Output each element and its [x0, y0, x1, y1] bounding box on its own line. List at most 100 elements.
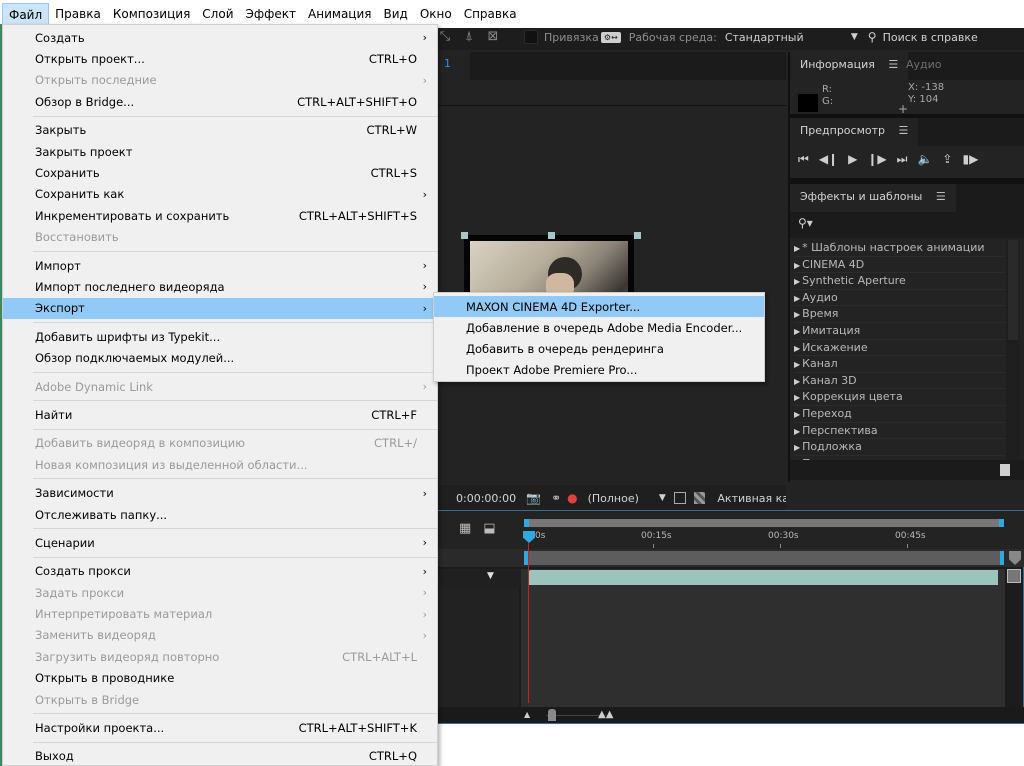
transform-handle[interactable] — [548, 232, 555, 239]
file-menu-item[interactable]: Импорт › — [3, 255, 437, 276]
file-menu-item[interactable]: Настройки проекта... CTRL+ALT+SHIFT+K — [3, 717, 437, 738]
panel-menu-icon[interactable]: ☰ — [936, 190, 946, 203]
menu-animation[interactable]: Анимация — [302, 3, 377, 25]
graph-editor-icon[interactable]: ⬓ — [483, 521, 495, 536]
menu-layer[interactable]: Слой — [196, 3, 239, 25]
effects-scrollbar[interactable] — [1006, 240, 1020, 460]
file-menu-item[interactable]: Сохранить как › — [3, 184, 437, 205]
menu-help[interactable]: Справка — [458, 3, 523, 25]
timecode-display[interactable]: 0:00:00:00 — [456, 492, 516, 505]
file-menu-item[interactable]: Выход CTRL+Q — [3, 746, 437, 766]
file-menu-item[interactable]: Отслеживать папку... — [3, 504, 437, 525]
file-menu-item[interactable]: Добавить шрифты из Typekit... — [3, 326, 437, 347]
navigator-end-handle[interactable] — [1000, 551, 1004, 565]
file-menu-item[interactable]: Зависимости › — [3, 482, 437, 503]
time-navigator[interactable] — [524, 551, 1004, 565]
scrollbar-thumb[interactable] — [1008, 240, 1018, 340]
export-submenu-item[interactable]: Добавить в очередь рендеринга — [434, 338, 764, 359]
tab-audio[interactable]: Аудио — [896, 52, 952, 80]
effect-category[interactable]: ▶ Имитация — [794, 323, 1006, 340]
effect-category[interactable]: ▶ Коррекция цвета — [794, 389, 1006, 406]
tab-preview[interactable]: Предпросмотр ☰ — [790, 118, 919, 146]
file-menu-item[interactable]: Закрыть проект — [3, 141, 437, 162]
camera-select[interactable]: Активная камера — [717, 492, 786, 505]
next-frame-icon[interactable]: ❙▶ — [867, 152, 886, 167]
puppet-pin-tool-icon[interactable]: ⍋ — [460, 28, 478, 46]
work-area-start-handle[interactable] — [524, 519, 529, 527]
work-area-end-handle[interactable] — [999, 519, 1004, 527]
channel-icon[interactable]: ● — [567, 491, 577, 505]
panel-menu-icon[interactable]: ☰ — [899, 124, 909, 137]
comp-button-icon[interactable] — [1007, 569, 1021, 583]
effect-category[interactable]: ▶ Перспектива — [794, 423, 1006, 440]
last-frame-icon[interactable]: ⏭ — [897, 152, 908, 167]
pan-behind-tool-icon[interactable]: ⤡ — [436, 28, 454, 46]
export-submenu-item[interactable]: Проект Adobe Premiere Pro... — [434, 359, 764, 380]
effect-category[interactable]: ▶ Канал 3D — [794, 373, 1006, 390]
file-menu-item[interactable]: Сохранить CTRL+S — [3, 162, 437, 183]
previous-frame-icon[interactable]: ◀❙ — [819, 152, 838, 167]
zoom-out-icon[interactable]: ▲ — [524, 710, 530, 719]
help-search[interactable]: ⚲ Поиск в справке — [868, 30, 978, 44]
resolution-select[interactable]: (Полное) — [588, 492, 639, 505]
menu-view[interactable]: Вид — [377, 3, 413, 25]
effect-category[interactable]: ▶ CINEMA 4D — [794, 257, 1006, 274]
play-icon[interactable]: ▶ — [848, 152, 857, 167]
zoom-in-icon[interactable]: ▲▲ — [598, 709, 613, 720]
menu-effect[interactable]: Эффект — [240, 3, 303, 25]
layer-duration-bar[interactable] — [528, 570, 998, 585]
transform-handle[interactable] — [634, 232, 641, 239]
show-snapshot-icon[interactable]: ⚭ — [551, 491, 561, 505]
snapshot-icon[interactable]: 📷 — [526, 491, 541, 505]
effects-search-input[interactable]: ⚲▾ — [790, 212, 1024, 238]
file-menu-item[interactable]: Сценарии › — [3, 532, 437, 553]
tab-effects[interactable]: Эффекты и шаблоны ☰ — [790, 184, 956, 212]
workspace-select[interactable]: Стандартный — [725, 31, 845, 44]
snap-options-icon[interactable]: ⚙↔ — [600, 31, 621, 43]
effect-category[interactable]: ▶ Аудио — [794, 290, 1006, 307]
effect-category[interactable]: ▶ Synthetic Aperture — [794, 273, 1006, 290]
effect-category[interactable]: ▶ Искажение — [794, 340, 1006, 357]
menu-window[interactable]: Окно — [414, 3, 458, 25]
file-menu-item[interactable]: Обзор в Bridge... CTRL+ALT+SHIFT+O — [3, 91, 437, 112]
resolution-dropdown-icon[interactable]: ▼ — [659, 493, 666, 503]
timeline-zoom-slider[interactable]: ▲ ▲▲ — [524, 709, 624, 721]
file-menu-item[interactable]: Закрыть CTRL+W — [3, 120, 437, 141]
menu-composition[interactable]: Композиция — [107, 3, 196, 25]
file-menu-item[interactable]: Экспорт › — [3, 297, 437, 320]
region-of-interest-icon[interactable] — [673, 492, 686, 504]
menu-file[interactable]: Файл — [2, 3, 50, 25]
transparency-grid-icon[interactable] — [693, 492, 706, 504]
effect-category[interactable]: ▶ Канал — [794, 356, 1006, 373]
work-area-bar[interactable] — [524, 519, 1004, 527]
file-menu-item[interactable]: Открыть проект... CTRL+O — [3, 48, 437, 69]
new-item-icon[interactable] — [1000, 464, 1010, 476]
effect-category[interactable]: ▶ Подложка — [794, 439, 1006, 456]
tab-info[interactable]: Информация ☰ — [790, 52, 909, 80]
file-menu-item[interactable]: Обзор подключаемых модулей... — [3, 347, 437, 368]
export-submenu-item[interactable]: MAXON CINEMA 4D Exporter... — [434, 296, 764, 317]
file-menu-item[interactable]: Импорт последнего видеоряда › — [3, 276, 437, 297]
file-menu-item[interactable]: Найти CTRL+F — [3, 404, 437, 425]
file-menu-item[interactable]: Создать прокси › — [3, 561, 437, 582]
first-frame-icon[interactable]: ⏮ — [798, 152, 809, 167]
file-menu-item[interactable]: Открыть в проводнике — [3, 668, 437, 689]
effect-category[interactable]: ▶ Переход — [794, 406, 1006, 423]
menu-edit[interactable]: Правка — [49, 3, 107, 25]
zoom-thumb[interactable] — [548, 709, 556, 721]
play-range-icon[interactable]: ▮▶ — [962, 152, 978, 167]
playhead[interactable] — [523, 531, 535, 543]
export-submenu-item[interactable]: Добавление в очередь Adobe Media Encoder… — [434, 317, 764, 338]
audio-icon[interactable]: 🔈 — [917, 152, 932, 167]
transform-handle[interactable] — [461, 232, 468, 239]
puppet-tool-icon[interactable]: ⊠ — [484, 28, 502, 46]
file-menu-item[interactable]: Создать › — [3, 27, 437, 48]
effect-category[interactable]: ▶ Время — [794, 306, 1006, 323]
file-menu-item[interactable]: Инкрементировать и сохранить CTRL+ALT+SHI… — [3, 205, 437, 226]
snap-checkbox[interactable] — [524, 30, 538, 44]
workspace-dropdown-icon[interactable]: ▼ — [851, 32, 858, 42]
loop-icon[interactable]: ⇪ — [942, 152, 952, 167]
frame-blending-icon[interactable]: ▦ — [459, 521, 471, 536]
composition-viewer[interactable] — [430, 107, 786, 467]
effect-category[interactable]: ▶ * Шаблоны настроек анимации — [794, 240, 1006, 257]
